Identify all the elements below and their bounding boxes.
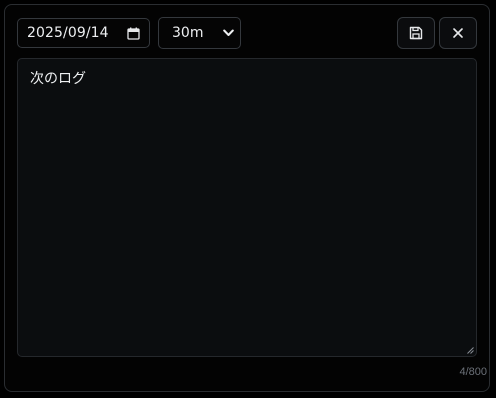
log-text-area[interactable]: 次のログ [17,58,477,357]
date-value: 2025/09/14 [27,25,109,41]
calendar-icon[interactable] [127,27,140,40]
log-text: 次のログ [30,71,86,87]
character-count: 4/800 [459,366,487,378]
duration-value: 30m [172,25,204,41]
date-input[interactable]: 2025/09/14 [17,18,150,48]
close-icon [452,27,464,39]
close-button[interactable] [439,17,477,49]
floppy-disk-icon [409,26,423,40]
chevron-down-icon [223,29,234,37]
duration-select[interactable]: 30m [158,17,241,49]
resize-handle-icon[interactable] [467,347,474,354]
save-button[interactable] [397,17,435,49]
